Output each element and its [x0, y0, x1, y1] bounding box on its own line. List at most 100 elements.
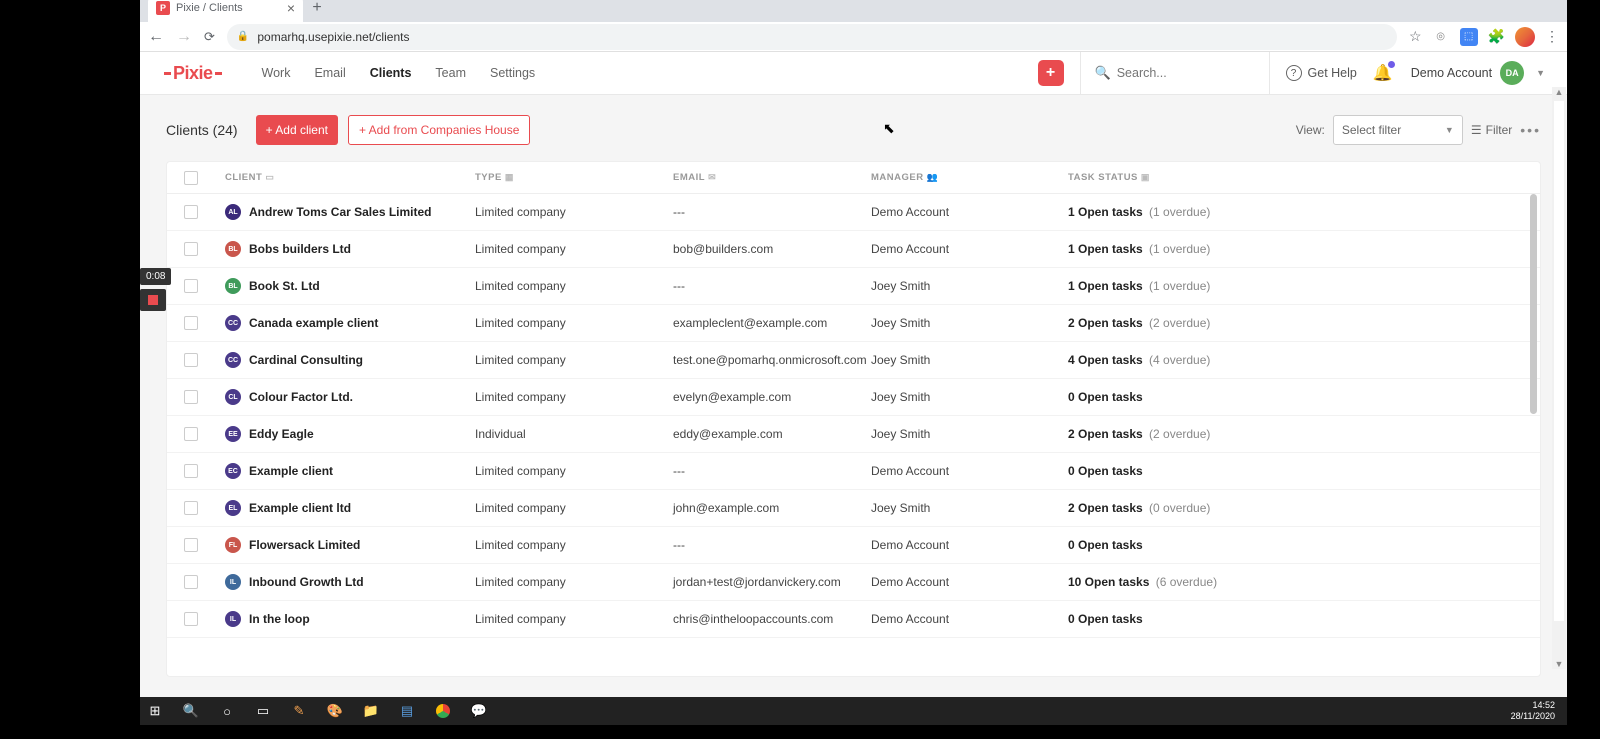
col-email[interactable]: EMAIL✉ [663, 172, 861, 183]
favorite-icon[interactable]: ☆ [1409, 28, 1422, 45]
client-name[interactable]: In the loop [249, 612, 310, 626]
client-name[interactable]: Canada example client [249, 316, 378, 330]
scroll-up-icon[interactable]: ▲ [1555, 87, 1564, 97]
app-logo[interactable]: Pixie [162, 63, 224, 84]
client-name[interactable]: Example client ltd [249, 501, 351, 515]
extensions-menu-icon[interactable]: 🧩 [1488, 28, 1505, 45]
table-row[interactable]: FLFlowersack LimitedLimited company---De… [167, 527, 1540, 564]
table-row[interactable]: BLBobs builders LtdLimited companybob@bu… [167, 231, 1540, 268]
table-row[interactable]: ELExample client ltdLimited companyjohn@… [167, 490, 1540, 527]
row-checkbox[interactable] [167, 575, 215, 589]
search-input[interactable] [1117, 66, 1278, 80]
client-name[interactable]: Andrew Toms Car Sales Limited [249, 205, 432, 219]
scroll-down-icon[interactable]: ▼ [1555, 659, 1564, 669]
search-container[interactable]: 🔍 [1080, 52, 1270, 94]
nav-work[interactable]: Work [250, 66, 303, 80]
status-cell: 1 Open tasks (1 overdue) [1058, 242, 1540, 256]
row-checkbox[interactable] [167, 279, 215, 293]
back-button[interactable]: ← [148, 28, 164, 46]
nav-email[interactable]: Email [302, 66, 357, 80]
page-scrollbar[interactable]: ▲ ▼ [1552, 87, 1566, 669]
row-checkbox[interactable] [167, 205, 215, 219]
nav-clients[interactable]: Clients [358, 66, 424, 80]
table-row[interactable]: EEEddy EagleIndividualeddy@example.comJo… [167, 416, 1540, 453]
view-filter-select[interactable]: Select filter ▼ [1333, 115, 1463, 145]
taskbar-app-2[interactable]: 🎨 [326, 702, 344, 720]
row-checkbox[interactable] [167, 612, 215, 626]
taskbar-clock[interactable]: 14:52 28/11/2020 [1511, 700, 1561, 722]
add-client-button[interactable]: + Add client [256, 115, 338, 145]
extension-icon-2[interactable]: ⬚ [1460, 28, 1478, 46]
mail-icon: ✉ [708, 172, 716, 182]
table-row[interactable]: CCCanada example clientLimited companyex… [167, 305, 1540, 342]
get-help-button[interactable]: ? Get Help [1286, 65, 1357, 81]
client-name[interactable]: Inbound Growth Ltd [249, 575, 364, 589]
row-checkbox[interactable] [167, 353, 215, 367]
chrome-menu-icon[interactable]: ⋮ [1545, 28, 1559, 45]
more-menu-button[interactable]: ••• [1520, 122, 1541, 138]
extension-icon-1[interactable]: ◎ [1432, 28, 1450, 46]
file-explorer-icon[interactable]: 📁 [362, 702, 380, 720]
row-checkbox[interactable] [167, 538, 215, 552]
browser-tab-active[interactable]: P Pixie / Clients × [148, 0, 303, 22]
type-cell: Limited company [465, 353, 663, 367]
client-name[interactable]: Cardinal Consulting [249, 353, 363, 367]
client-name[interactable]: Eddy Eagle [249, 427, 314, 441]
table-row[interactable]: ALAndrew Toms Car Sales LimitedLimited c… [167, 194, 1540, 231]
type-cell: Limited company [465, 575, 663, 589]
filter-button[interactable]: ☰ Filter [1471, 123, 1512, 137]
select-all-checkbox[interactable] [167, 171, 215, 185]
tab-close-icon[interactable]: × [287, 0, 295, 16]
taskbar-app-1[interactable]: ✎ [290, 702, 308, 720]
nav-team[interactable]: Team [423, 66, 478, 80]
address-bar[interactable]: 🔒 pomarhq.usepixie.net/clients [227, 24, 1397, 50]
table-row[interactable]: CCCardinal ConsultingLimited companytest… [167, 342, 1540, 379]
row-checkbox[interactable] [167, 464, 215, 478]
chrome-taskbar-icon[interactable] [434, 702, 452, 720]
type-cell: Limited company [465, 501, 663, 515]
recorder-time: 0:08 [140, 268, 171, 285]
start-button[interactable]: ⊞ [146, 702, 164, 720]
table-row[interactable]: ILIn the loopLimited companychris@inthel… [167, 601, 1540, 638]
client-name[interactable]: Flowersack Limited [249, 538, 360, 552]
col-task-status[interactable]: TASK STATUS▣ [1058, 172, 1540, 183]
forward-button[interactable]: → [176, 28, 192, 46]
taskbar-date: 28/11/2020 [1511, 711, 1555, 722]
col-manager[interactable]: MANAGER👥 [861, 172, 1058, 183]
new-tab-button[interactable]: + [303, 0, 331, 22]
profile-icon[interactable] [1515, 27, 1535, 47]
table-row[interactable]: CLColour Factor Ltd.Limited companyevely… [167, 379, 1540, 416]
client-avatar: IL [225, 611, 241, 627]
global-add-button[interactable]: + [1038, 60, 1064, 86]
url-text: pomarhq.usepixie.net/clients [257, 30, 409, 44]
taskbar-search[interactable]: 🔍 [182, 702, 200, 720]
cortana-icon[interactable]: ○ [218, 702, 236, 720]
task-view-icon[interactable]: ▭ [254, 702, 272, 720]
scrollbar-thumb[interactable] [1554, 101, 1564, 621]
table-scrollbar[interactable] [1530, 194, 1537, 414]
reload-button[interactable]: ⟳ [204, 29, 215, 45]
row-checkbox[interactable] [167, 390, 215, 404]
nav-settings[interactable]: Settings [478, 66, 547, 80]
row-checkbox[interactable] [167, 427, 215, 441]
col-type[interactable]: TYPE▦ [465, 172, 663, 183]
client-name[interactable]: Example client [249, 464, 333, 478]
client-name[interactable]: Book St. Ltd [249, 279, 320, 293]
taskbar-app-3[interactable]: ▤ [398, 702, 416, 720]
view-label: View: [1296, 123, 1325, 137]
manager-cell: Demo Account [861, 538, 1058, 552]
client-name[interactable]: Bobs builders Ltd [249, 242, 351, 256]
add-from-companies-house-button[interactable]: + Add from Companies House [348, 115, 530, 145]
client-name[interactable]: Colour Factor Ltd. [249, 390, 353, 404]
row-checkbox[interactable] [167, 242, 215, 256]
recorder-stop-button[interactable] [140, 289, 166, 311]
col-client[interactable]: CLIENT▭ [215, 172, 465, 183]
table-row[interactable]: ECExample clientLimited company---Demo A… [167, 453, 1540, 490]
notifications-button[interactable]: 🔔 [1373, 63, 1393, 83]
table-row[interactable]: ILInbound Growth LtdLimited companyjorda… [167, 564, 1540, 601]
taskbar-app-4[interactable]: 💬 [470, 702, 488, 720]
row-checkbox[interactable] [167, 316, 215, 330]
row-checkbox[interactable] [167, 501, 215, 515]
account-menu[interactable]: Demo Account DA ▼ [1411, 61, 1545, 85]
table-row[interactable]: BLBook St. LtdLimited company---Joey Smi… [167, 268, 1540, 305]
